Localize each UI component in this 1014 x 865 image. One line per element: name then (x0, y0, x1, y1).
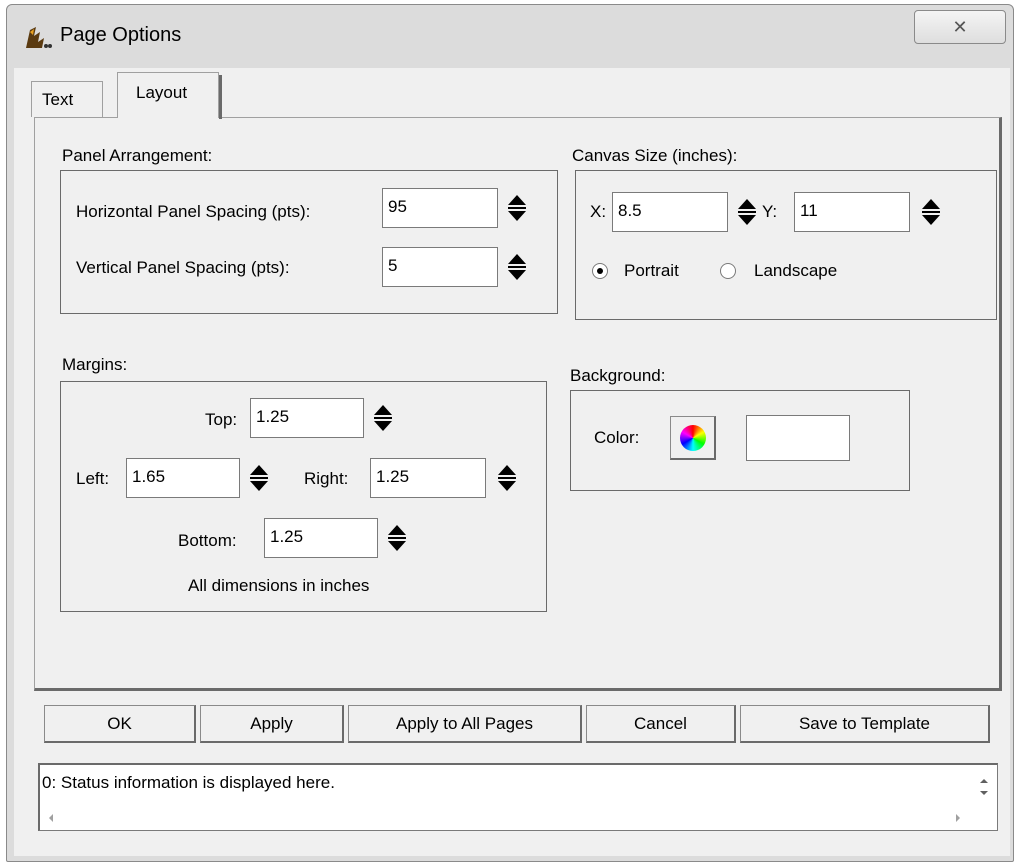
margin-right-input[interactable]: 1.25 (370, 458, 486, 498)
cancel-button[interactable]: Cancel (586, 705, 736, 743)
vertical-spacing-label: Vertical Panel Spacing (pts): (76, 258, 290, 277)
window-title: Page Options (60, 24, 182, 46)
canvas-x-input[interactable]: 8.5 (612, 192, 728, 232)
margin-bottom-spinner[interactable] (384, 518, 410, 558)
margins-title: Margins: (62, 355, 128, 374)
canvas-x-label: X: (590, 202, 607, 221)
margin-left-spinner[interactable] (246, 458, 272, 498)
margin-bottom-input[interactable]: 1.25 (264, 518, 378, 558)
apply-button[interactable]: Apply (200, 705, 344, 743)
horizontal-spacing-label: Horizontal Panel Spacing (pts): (76, 202, 311, 221)
status-scroll-vertical[interactable] (975, 771, 993, 805)
margin-top-input[interactable]: 1.25 (250, 398, 364, 438)
scroll-right-icon[interactable] (953, 810, 963, 824)
tab-layout[interactable]: Layout (117, 72, 222, 119)
horizontal-spacing-spinner[interactable] (504, 188, 530, 228)
margin-left-label: Left: (76, 469, 110, 488)
close-icon: ✕ (952, 17, 968, 37)
save-to-template-button[interactable]: Save to Template (740, 705, 990, 743)
close-button[interactable]: ✕ (914, 10, 1006, 44)
color-picker-button[interactable] (670, 416, 716, 460)
canvas-y-label: Y: (762, 202, 778, 221)
background-color-label: Color: (594, 428, 640, 447)
canvas-x-spinner[interactable] (734, 192, 760, 232)
background-title: Background: (570, 366, 666, 385)
margin-top-label: Top: (205, 410, 238, 429)
landscape-radio[interactable] (720, 263, 736, 279)
panel-arrangement-title: Panel Arrangement: (62, 146, 213, 165)
margin-bottom-label: Bottom: (178, 531, 237, 550)
app-icon (22, 24, 52, 52)
horizontal-spacing-input[interactable]: 95 (382, 188, 498, 228)
canvas-y-input[interactable]: 11 (794, 192, 910, 232)
margin-top-spinner[interactable] (370, 398, 396, 438)
vertical-spacing-input[interactable]: 5 (382, 247, 498, 287)
vertical-spacing-spinner[interactable] (504, 247, 530, 287)
margin-right-label: Right: (304, 469, 349, 488)
portrait-label: Portrait (624, 261, 679, 280)
canvas-size-title: Canvas Size (inches): (572, 146, 738, 165)
background-color-swatch (746, 415, 850, 461)
apply-all-pages-button[interactable]: Apply to All Pages (348, 705, 582, 743)
portrait-radio[interactable] (592, 263, 608, 279)
landscape-label: Landscape (754, 261, 838, 280)
tab-layout-label: Layout (136, 83, 188, 102)
color-wheel-icon (680, 425, 706, 451)
scroll-left-icon[interactable] (46, 810, 56, 824)
status-area[interactable]: 0: Status information is displayed here. (38, 763, 998, 831)
ok-button[interactable]: OK (44, 705, 196, 743)
margins-note: All dimensions in inches (188, 576, 370, 595)
canvas-y-spinner[interactable] (918, 192, 944, 232)
margin-left-input[interactable]: 1.65 (126, 458, 240, 498)
status-text: 0: Status information is displayed here. (42, 773, 335, 792)
tab-text[interactable]: Text (31, 81, 103, 117)
margin-right-spinner[interactable] (494, 458, 520, 498)
tab-text-label: Text (42, 90, 74, 109)
